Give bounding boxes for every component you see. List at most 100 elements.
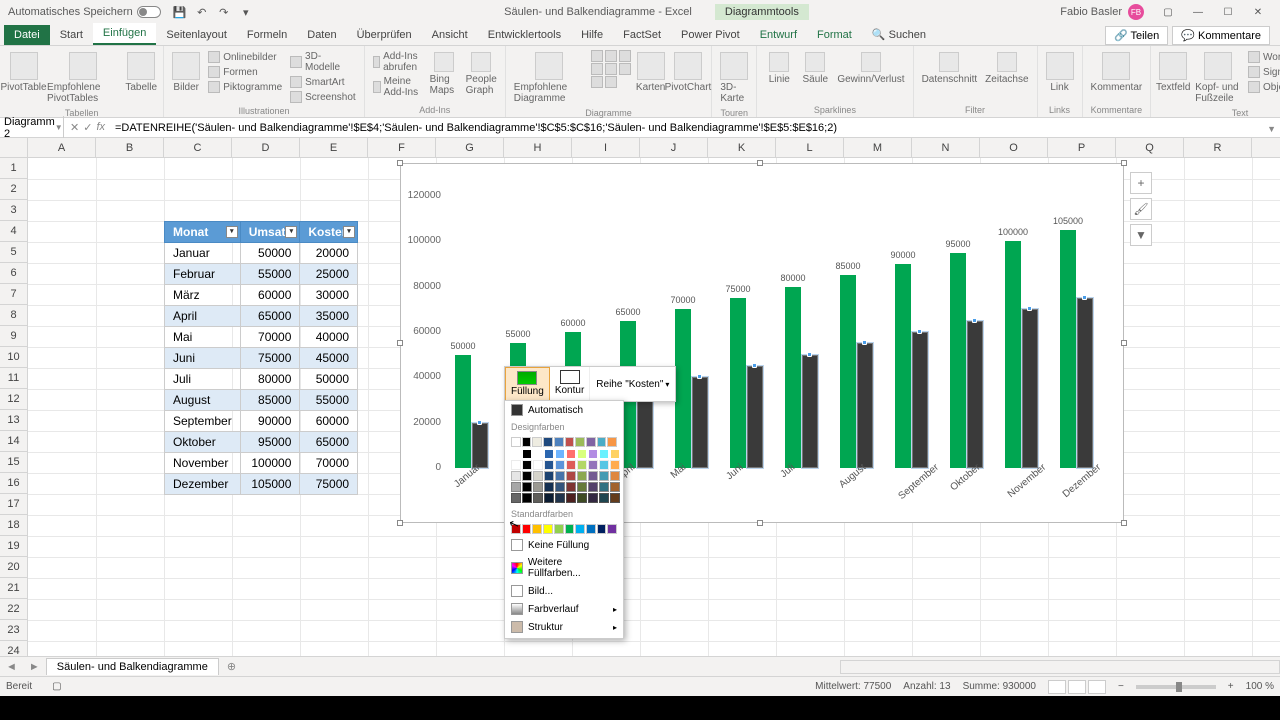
table-row[interactable]: Juli8000050000 — [165, 369, 358, 390]
sheet-nav-next[interactable]: ► — [23, 661, 46, 673]
color-swatch[interactable] — [533, 449, 543, 459]
tab-powerpivot[interactable]: Power Pivot — [671, 25, 750, 45]
share-button[interactable]: 🔗 Teilen — [1105, 26, 1168, 45]
sheet-tab[interactable]: Säulen- und Balkendiagramme — [46, 658, 219, 675]
enter-icon[interactable]: ✓ — [83, 121, 92, 134]
comment-button[interactable]: Kommentar — [1089, 50, 1145, 95]
view-pagebreak-button[interactable] — [1088, 680, 1106, 694]
color-swatch[interactable] — [599, 471, 609, 481]
qat-more-icon[interactable]: ▾ — [239, 5, 253, 19]
zoom-out-button[interactable]: − — [1118, 681, 1124, 692]
table-row[interactable]: März6000030000 — [165, 285, 358, 306]
color-swatch[interactable] — [599, 460, 609, 470]
data-table[interactable]: Monat▾ Umsatz▾ Kosten▾ Januar5000020000F… — [164, 221, 358, 495]
tab-view[interactable]: Ansicht — [422, 25, 478, 45]
color-swatch[interactable] — [597, 524, 607, 534]
color-swatch[interactable] — [577, 449, 587, 459]
color-swatch[interactable] — [532, 524, 542, 534]
color-swatch[interactable] — [577, 460, 587, 470]
kosten-bar[interactable] — [692, 377, 708, 468]
chart-type-icon[interactable] — [605, 63, 617, 75]
add-sheet-button[interactable]: ⊕ — [219, 660, 244, 673]
color-swatch[interactable] — [586, 437, 596, 447]
tab-search[interactable]: 🔍 Suchen — [862, 24, 936, 45]
menu-picture[interactable]: Bild... — [505, 582, 623, 600]
color-swatch[interactable] — [511, 482, 521, 492]
color-swatch[interactable] — [577, 493, 587, 503]
color-swatch[interactable] — [577, 482, 587, 492]
header-kosten[interactable]: Kosten▾ — [300, 222, 358, 243]
color-swatch[interactable] — [522, 437, 532, 447]
row-headers[interactable]: 123456789101112131415161718192021222324 — [0, 158, 28, 656]
outline-button[interactable]: Kontur — [550, 367, 590, 401]
color-swatch[interactable] — [565, 437, 575, 447]
color-swatch[interactable] — [588, 482, 598, 492]
table-row[interactable]: Februar5500025000 — [165, 264, 358, 285]
color-swatch[interactable] — [610, 449, 620, 459]
chart-resize-handle[interactable] — [1121, 520, 1127, 526]
color-swatch[interactable] — [555, 493, 565, 503]
sparkline-winloss-button[interactable]: Gewinn/Verlust — [835, 50, 906, 87]
color-swatch[interactable] — [565, 524, 575, 534]
maximize-icon[interactable]: ☐ — [1214, 3, 1242, 21]
kosten-bar[interactable] — [1022, 309, 1038, 468]
macro-record-icon[interactable]: ▢ — [52, 681, 61, 692]
color-swatch[interactable] — [544, 482, 554, 492]
chart-resize-handle[interactable] — [1121, 160, 1127, 166]
color-swatch[interactable] — [511, 460, 521, 470]
textbox-button[interactable]: Textfeld — [1157, 50, 1189, 95]
table-row[interactable]: Dezember10500075000 — [165, 474, 358, 495]
recommended-charts-button[interactable]: Empfohlene Diagramme — [512, 50, 587, 106]
select-all-corner[interactable] — [0, 138, 28, 158]
color-swatch[interactable] — [566, 482, 576, 492]
redo-icon[interactable]: ↷ — [217, 5, 231, 19]
tab-pagelayout[interactable]: Seitenlayout — [156, 25, 237, 45]
color-swatch[interactable] — [522, 493, 532, 503]
color-swatch[interactable] — [544, 493, 554, 503]
color-swatch[interactable] — [599, 482, 609, 492]
color-swatch[interactable] — [599, 449, 609, 459]
shapes-button[interactable]: Formen — [206, 65, 284, 79]
tab-format[interactable]: Format — [807, 25, 862, 45]
color-swatch[interactable] — [522, 482, 532, 492]
color-swatch[interactable] — [511, 449, 521, 459]
people-graph-button[interactable]: People Graph — [464, 50, 499, 98]
toggle-icon[interactable] — [137, 6, 161, 18]
zoom-slider[interactable] — [1136, 685, 1216, 689]
color-swatch[interactable] — [522, 471, 532, 481]
link-button[interactable]: Link — [1044, 50, 1076, 95]
view-normal-button[interactable] — [1048, 680, 1066, 694]
tab-data[interactable]: Daten — [297, 25, 346, 45]
color-swatch[interactable] — [511, 524, 521, 534]
table-row[interactable]: November10000070000 — [165, 453, 358, 474]
color-swatch[interactable] — [588, 460, 598, 470]
3d-map-button[interactable]: 3D-Karte — [718, 50, 750, 106]
color-swatch[interactable] — [554, 437, 564, 447]
menu-no-fill[interactable]: Keine Füllung — [505, 536, 623, 554]
chart-type-icon[interactable] — [591, 63, 603, 75]
name-box[interactable]: Diagramm 2▼ — [0, 116, 64, 140]
tab-start[interactable]: Start — [50, 25, 93, 45]
tab-factset[interactable]: FactSet — [613, 25, 671, 45]
color-swatch[interactable] — [511, 471, 521, 481]
wordart-button[interactable]: WordArt — [1246, 50, 1280, 64]
tab-formulas[interactable]: Formeln — [237, 25, 297, 45]
pictures-button[interactable]: Bilder — [170, 50, 202, 95]
color-swatch[interactable] — [555, 471, 565, 481]
color-swatch[interactable] — [577, 471, 587, 481]
get-addins-button[interactable]: Add-Ins abrufen — [371, 50, 424, 74]
color-swatch[interactable] — [575, 437, 585, 447]
view-pagelayout-button[interactable] — [1068, 680, 1086, 694]
tab-design[interactable]: Entwurf — [750, 25, 807, 45]
chart-resize-handle[interactable] — [397, 520, 403, 526]
header-monat[interactable]: Monat▾ — [165, 222, 241, 243]
color-swatch[interactable] — [554, 524, 564, 534]
kosten-bar[interactable] — [1077, 298, 1093, 468]
series-selector[interactable]: Reihe "Kosten" ▾ — [590, 367, 675, 401]
table-row[interactable]: Januar5000020000 — [165, 243, 358, 264]
kosten-bar[interactable] — [747, 366, 763, 468]
color-swatch[interactable] — [588, 493, 598, 503]
table-row[interactable]: September9000060000 — [165, 411, 358, 432]
chart-type-icon[interactable] — [591, 50, 603, 62]
kosten-bar[interactable] — [912, 332, 928, 468]
